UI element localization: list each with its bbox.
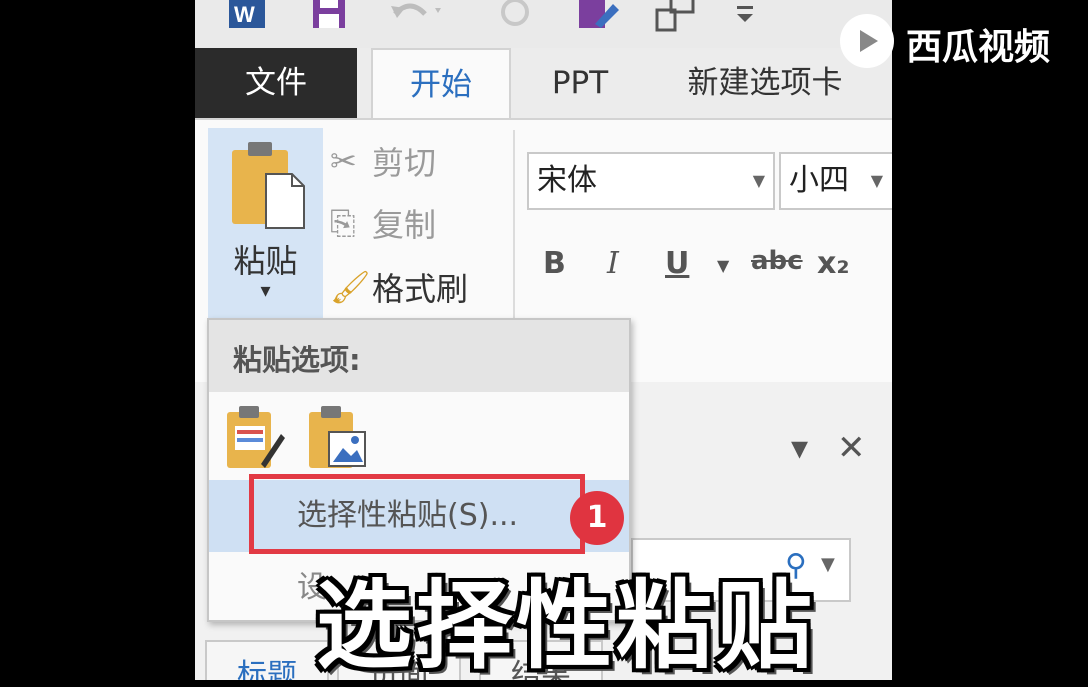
brush-icon: 🖌 <box>330 268 371 306</box>
watermark-logo-icon <box>840 14 894 68</box>
redo-icon[interactable] <box>495 0 535 34</box>
chevron-down-icon[interactable]: ▼ <box>821 554 835 575</box>
clipboard-icon <box>232 142 305 229</box>
paste-label: 粘贴 <box>233 242 298 280</box>
save-icon[interactable] <box>307 0 351 34</box>
copy-label: 复制 <box>372 206 437 244</box>
copy-icon: ⎘ <box>330 203 356 242</box>
copy-format-icon[interactable] <box>651 0 701 34</box>
quick-access-toolbar: W <box>195 0 892 48</box>
paste-options-header: 粘贴选项: <box>209 320 629 392</box>
watermark-text: 西瓜视频 <box>906 27 1051 68</box>
chevron-down-icon: ▼ <box>870 171 883 190</box>
tab-new[interactable]: 新建选项卡 <box>665 48 865 118</box>
bold-button[interactable]: B <box>543 246 566 281</box>
tab-ppt[interactable]: PPT <box>525 48 635 118</box>
highlight-box <box>249 474 585 554</box>
word-app-icon: W <box>229 0 265 28</box>
ribbon-tabs: 文件 开始 PPT 新建选项卡 <box>195 48 892 122</box>
font-size-select[interactable]: 小四 ▼ <box>779 152 892 210</box>
step-badge: 1 <box>570 491 624 545</box>
format-painter-button[interactable]: 🖌格式刷 <box>330 264 468 314</box>
strikethrough-button[interactable]: abc <box>751 246 803 276</box>
chevron-down-icon: ▼ <box>752 171 765 190</box>
font-family-select[interactable]: 宋体 ▼ <box>527 152 775 210</box>
keep-source-format-icon[interactable] <box>223 404 287 472</box>
video-subtitle: 选择性粘贴 <box>316 570 816 682</box>
nav-tab-headings[interactable]: 标题 <box>205 640 329 680</box>
cut-button[interactable]: ✂ 剪切 <box>330 138 436 188</box>
customize-toolbar-icon[interactable] <box>731 0 759 34</box>
font-size-value: 小四 <box>789 163 849 198</box>
paste-picture-icon[interactable] <box>305 404 369 472</box>
scissors-icon: ✂ <box>330 142 357 180</box>
group-divider <box>513 130 515 330</box>
paste-button[interactable]: 粘贴 ▾ <box>208 128 323 322</box>
svg-text:W: W <box>234 2 255 27</box>
font-family-value: 宋体 <box>537 163 597 198</box>
cut-label: 剪切 <box>372 144 437 182</box>
italic-button[interactable]: I <box>607 246 619 281</box>
underline-button[interactable]: U <box>665 246 689 281</box>
subscript-button[interactable]: x₂ <box>817 246 850 281</box>
tab-home[interactable]: 开始 <box>371 48 511 122</box>
chevron-down-icon[interactable]: ▾ <box>208 278 323 302</box>
chevron-down-icon[interactable]: ▼ <box>717 256 729 275</box>
format-painter-label: 格式刷 <box>372 270 469 308</box>
tab-file[interactable]: 文件 <box>195 48 357 118</box>
copy-button[interactable]: ⎘ 复制 <box>330 200 436 250</box>
close-icon[interactable]: ✕ <box>837 428 866 468</box>
pane-options-icon[interactable]: ▾ <box>791 428 808 468</box>
edit-icon[interactable] <box>573 0 623 34</box>
undo-icon[interactable] <box>385 0 445 34</box>
